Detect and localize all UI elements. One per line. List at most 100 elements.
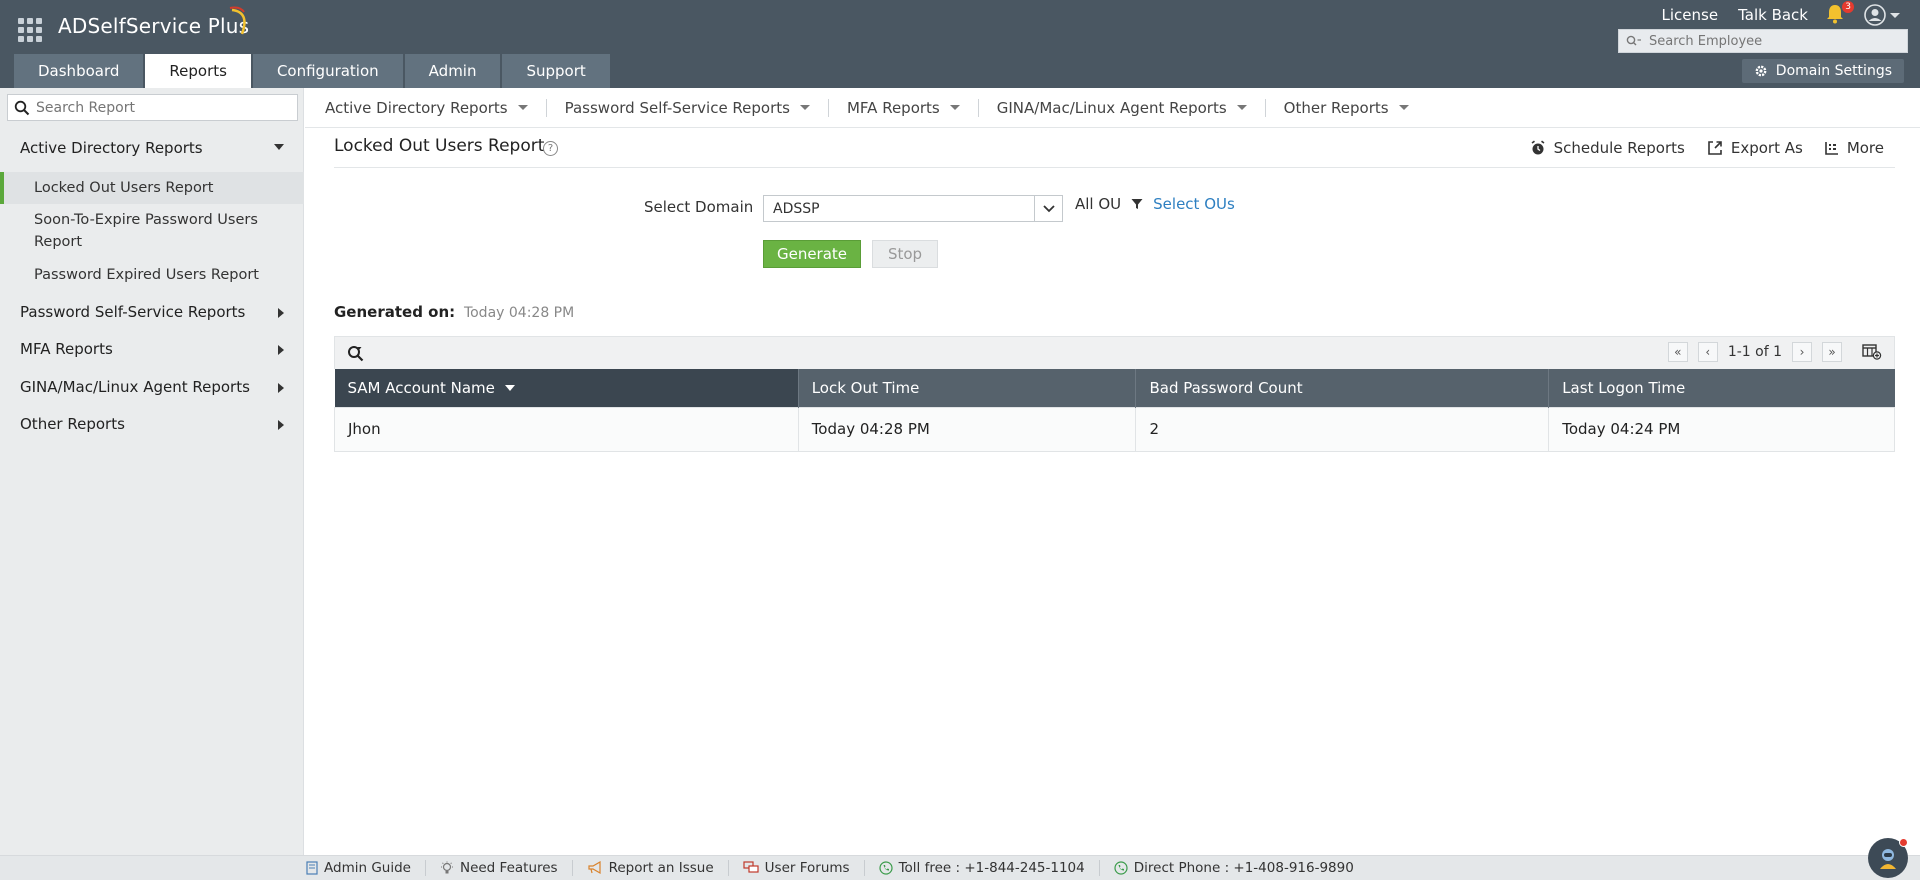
generate-button[interactable]: Generate — [763, 240, 861, 268]
chat-icon — [743, 861, 759, 873]
subnav-password-self-service-reports[interactable]: Password Self-Service Reports — [564, 98, 829, 117]
main-tabs: Dashboard Reports Configuration Admin Su… — [14, 54, 612, 88]
talk-back-link[interactable]: Talk Back — [1728, 6, 1818, 24]
last-page-icon[interactable]: » — [1822, 342, 1842, 362]
subnav-label: Password Self-Service Reports — [564, 98, 790, 117]
tab-admin[interactable]: Admin — [404, 54, 501, 88]
app-grid-icon[interactable] — [18, 18, 42, 42]
chevron-down-icon — [274, 144, 284, 150]
table-header-row: SAM Account Name Lock Out Time Bad Passw… — [334, 369, 1895, 407]
tab-reports[interactable]: Reports — [145, 54, 251, 88]
prev-page-icon[interactable]: ‹ — [1697, 342, 1718, 362]
notification-bell-icon[interactable]: 3 — [1826, 1, 1854, 26]
admin-guide-link[interactable]: Admin Guide — [292, 860, 426, 876]
user-menu[interactable] — [1864, 4, 1900, 26]
tab-support[interactable]: Support — [502, 54, 610, 88]
report-issue-link[interactable]: Report an Issue — [573, 860, 729, 876]
subnav-active-directory-reports[interactable]: Active Directory Reports — [325, 98, 547, 117]
column-chooser-icon[interactable] — [1860, 342, 1884, 362]
grid-search-icon[interactable] — [347, 345, 365, 367]
chevron-down-icon — [1236, 105, 1247, 110]
phone-icon — [878, 861, 893, 875]
subnav-label: Other Reports — [1283, 98, 1389, 117]
need-features-link[interactable]: Need Features — [426, 860, 573, 876]
grid-toolbar: « ‹ 1-1 of 1 › » — [334, 336, 1895, 369]
domain-select[interactable]: ADSSP — [763, 195, 1063, 222]
subnav-label: MFA Reports — [846, 98, 940, 117]
subnav-other-reports[interactable]: Other Reports — [1284, 99, 1427, 117]
stop-button[interactable]: Stop — [872, 240, 938, 268]
sidebar-item-locked-out-users[interactable]: Locked Out Users Report — [0, 172, 304, 204]
notification-count-badge: 3 — [1842, 1, 1854, 13]
sort-desc-icon — [504, 385, 515, 392]
pager-text: 1-1 of 1 — [1727, 344, 1782, 360]
sidebar-category-label: Active Directory Reports — [20, 139, 203, 157]
column-header-last-logon-time[interactable]: Last Logon Time — [1548, 369, 1895, 407]
bulb-icon — [440, 861, 453, 874]
more-options-icon — [1825, 142, 1838, 155]
help-icon[interactable]: ? — [543, 141, 558, 156]
footer-label: Need Features — [459, 860, 558, 876]
report-search-box — [7, 94, 298, 121]
table-row[interactable]: Jhon Today 04:28 PM 2 Today 04:24 PM — [334, 406, 1895, 452]
sidebar-category-other[interactable]: Other Reports — [0, 406, 304, 442]
first-page-icon[interactable]: « — [1667, 342, 1688, 362]
direct-phone: Direct Phone : +1-408-916-9890 — [1100, 860, 1368, 876]
filter-icon — [1131, 199, 1143, 209]
gear-icon — [1755, 65, 1767, 77]
chevron-down-icon — [1398, 105, 1409, 110]
tab-configuration[interactable]: Configuration — [252, 54, 403, 88]
sidebar-category-gina-mac-linux[interactable]: GINA/Mac/Linux Agent Reports — [0, 369, 304, 405]
user-forums-link[interactable]: User Forums — [729, 860, 865, 876]
footer-label: Toll free : +1-844-245-1104 — [898, 860, 1085, 876]
employee-search-input[interactable] — [1649, 33, 1899, 49]
domain-settings-label: Domain Settings — [1775, 63, 1892, 79]
subnav-mfa-reports[interactable]: MFA Reports — [846, 98, 979, 117]
chatbot-notification-dot — [1899, 838, 1908, 847]
generated-on-value: Today 04:28 PM — [463, 305, 575, 321]
tab-dashboard[interactable]: Dashboard — [14, 54, 144, 88]
chevron-down-icon — [799, 105, 810, 110]
schedule-reports-button[interactable]: Schedule Reports — [1530, 139, 1685, 157]
report-sidebar: Active Directory Reports Locked Out User… — [0, 88, 304, 855]
select-ous-link[interactable]: Select OUs — [1153, 195, 1235, 213]
chevron-right-icon — [278, 345, 284, 355]
page-title: Locked Out Users Report — [334, 136, 545, 156]
subnav-label: GINA/Mac/Linux Agent Reports — [996, 98, 1227, 117]
toll-free-phone: Toll free : +1-844-245-1104 — [865, 860, 1100, 876]
select-domain-label: Select Domain — [644, 198, 754, 216]
next-page-icon[interactable]: › — [1792, 342, 1812, 362]
report-search-input[interactable] — [36, 99, 291, 116]
user-avatar-icon — [1864, 4, 1886, 26]
chevron-right-icon — [278, 420, 284, 430]
subnav-gina-mac-linux-reports[interactable]: GINA/Mac/Linux Agent Reports — [996, 98, 1266, 117]
report-category-nav: Active Directory Reports Password Self-S… — [305, 88, 1920, 128]
column-header-bad-password-count[interactable]: Bad Password Count — [1135, 369, 1550, 407]
sidebar-category-password-self-service[interactable]: Password Self-Service Reports — [0, 294, 304, 330]
sidebar-item-soon-to-expire[interactable]: Soon-To-Expire Password Users Report — [0, 209, 300, 253]
column-header-sam-account-name[interactable]: SAM Account Name — [334, 369, 799, 407]
ou-filter: All OU Select OUs — [1075, 195, 1235, 213]
column-header-lock-out-time[interactable]: Lock Out Time — [798, 369, 1137, 407]
chevron-right-icon — [278, 308, 284, 318]
more-label: More — [1846, 139, 1884, 157]
sidebar-category-label: Other Reports — [20, 415, 125, 433]
brand-name: ADSelfService Plus — [58, 14, 250, 38]
chevron-down-icon — [517, 105, 528, 110]
license-link[interactable]: License — [1652, 6, 1729, 24]
sidebar-category-active-directory[interactable]: Active Directory Reports — [0, 130, 304, 166]
domain-settings-button[interactable]: Domain Settings — [1741, 59, 1904, 83]
chevron-down-icon — [1034, 196, 1062, 221]
sidebar-item-password-expired[interactable]: Password Expired Users Report — [0, 264, 304, 286]
employee-search-box — [1618, 29, 1908, 53]
chatbot-icon[interactable] — [1868, 838, 1908, 878]
generated-on-label: Generated on: — [334, 303, 456, 321]
chevron-right-icon — [278, 383, 284, 393]
footer-label: Direct Phone : +1-408-916-9890 — [1133, 860, 1354, 876]
top-links: License Talk Back 3 — [1652, 1, 1900, 26]
more-button[interactable]: More — [1825, 139, 1884, 157]
export-as-button[interactable]: Export As — [1707, 139, 1803, 157]
schedule-reports-label: Schedule Reports — [1553, 139, 1685, 157]
sidebar-category-mfa[interactable]: MFA Reports — [0, 331, 304, 367]
cell-lock-out-time: Today 04:28 PM — [797, 406, 1137, 452]
